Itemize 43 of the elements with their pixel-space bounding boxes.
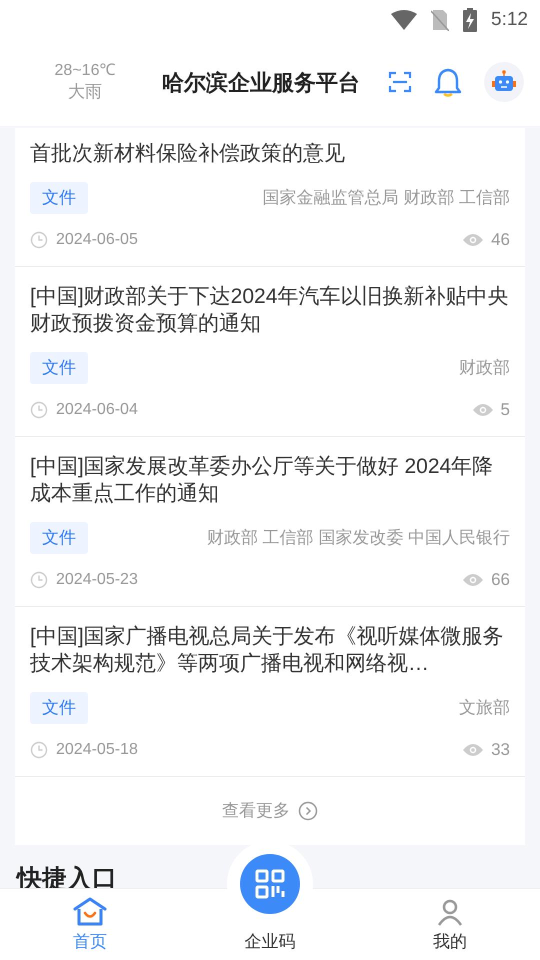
no-sim-icon [431,9,450,31]
app-title: 哈尔滨企业服务平台 [162,68,360,96]
news-title[interactable]: 首批次新材料保险补偿政策的意见 [30,140,510,167]
battery-charging-icon [463,8,478,32]
news-date: 2024-05-23 [56,570,138,590]
news-date: 2024-05-18 [56,740,138,760]
tab-label[interactable]: 我的 [433,928,467,954]
view-count: 46 [491,229,510,252]
view-count: 5 [500,399,510,422]
assistant-avatar[interactable] [484,62,524,102]
news-source: 文旅部 [459,697,510,720]
clock-icon [30,231,48,249]
view-count: 66 [491,569,510,592]
clock-icon [30,571,48,589]
eye-icon [463,233,484,247]
tag: 文件 [30,352,88,384]
news-source: 财政部 工信部 国家发改委 中国人民银行 [206,527,510,550]
tag: 文件 [30,522,88,554]
tag: 文件 [30,692,88,724]
status-time: 5:12 [491,8,528,32]
news-date: 2024-06-04 [56,400,138,420]
chevron-circle-icon [298,801,318,821]
tab-label[interactable]: 企业码 [244,928,296,954]
home-icon [73,896,107,926]
view-count: 33 [491,739,510,762]
news-source: 财政部 [459,357,510,380]
eye-icon [472,403,493,417]
news-title[interactable]: [中国]财政部关于下达2024年汽车以旧换新补贴中央财政预拨资金预算的通知 [30,283,510,337]
bell-icon[interactable] [434,67,462,97]
weather-condition: 大雨 [68,81,102,103]
tag: 文件 [30,182,88,214]
eye-icon [463,573,484,587]
clock-icon [30,401,48,419]
news-source: 国家金融监管总局 财政部 工信部 [262,187,510,210]
scan-icon[interactable] [388,70,412,94]
news-title[interactable]: [中国]国家发展改革委办公厅等关于做好 2024年降成本重点工作的通知 [30,453,510,507]
news-title[interactable]: [中国]国家广播电视总局关于发布《视听媒体微服务技术架构规范》等两项广播电视和网络视… [30,623,510,677]
clock-icon [30,741,48,759]
qr-code-icon [255,868,285,898]
wifi-icon [391,10,418,30]
weather-temperature: 28~16℃ [54,61,116,81]
eye-icon [463,743,484,757]
news-date: 2024-06-05 [56,230,138,250]
